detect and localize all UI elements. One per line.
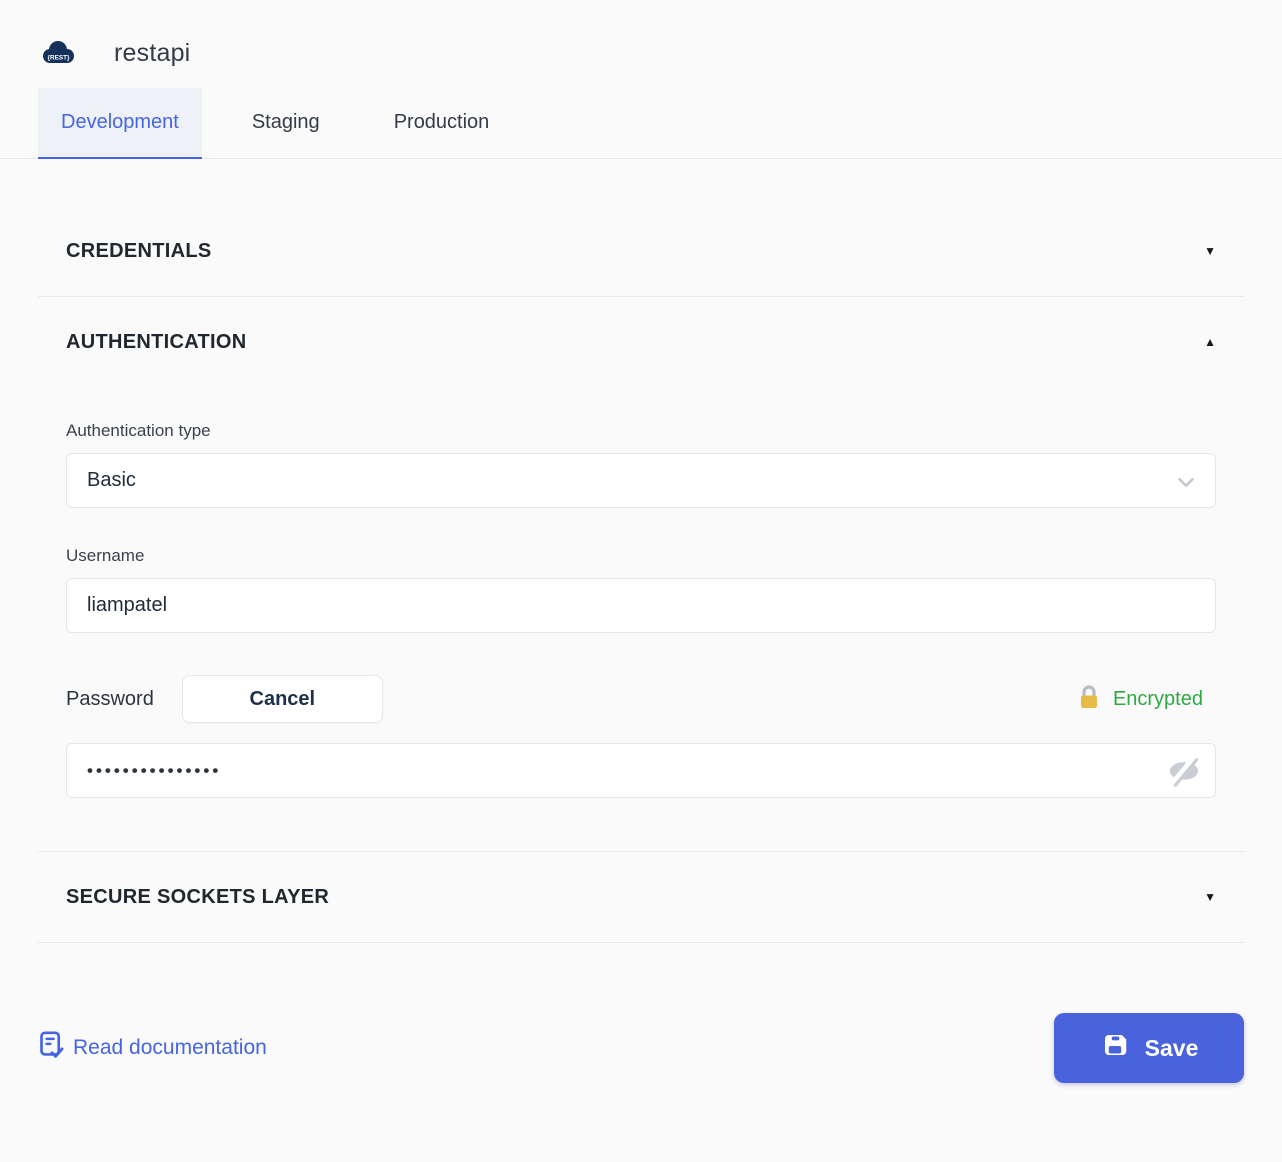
page-title: restapi bbox=[114, 39, 190, 68]
environment-tab-bar: Development Staging Production bbox=[0, 88, 1282, 159]
encrypted-label: Encrypted bbox=[1113, 688, 1203, 711]
tab-staging[interactable]: Staging bbox=[228, 88, 344, 159]
encrypted-badge: Encrypted bbox=[1077, 684, 1203, 715]
auth-type-label: Authentication type bbox=[66, 421, 1216, 441]
chevron-down-icon[interactable]: ▼ bbox=[1204, 245, 1216, 257]
logo-label: {REST} bbox=[47, 55, 70, 62]
divider bbox=[38, 942, 1244, 943]
documentation-icon bbox=[38, 1030, 65, 1066]
tab-development[interactable]: Development bbox=[38, 88, 202, 159]
main-content: CREDENTIALS ▼ AUTHENTICATION ▲ Authentic… bbox=[38, 206, 1244, 943]
password-field bbox=[66, 743, 1216, 798]
authentication-body: Authentication type Basic Username Passw… bbox=[38, 421, 1244, 851]
footer: Read documentation Save bbox=[38, 1013, 1244, 1083]
rest-logo-icon: {REST} bbox=[40, 38, 76, 68]
password-label: Password bbox=[66, 688, 154, 711]
section-header-authentication[interactable]: AUTHENTICATION ▲ bbox=[38, 297, 1244, 387]
section-header-credentials[interactable]: CREDENTIALS ▼ bbox=[38, 206, 1244, 296]
save-button[interactable]: Save bbox=[1054, 1013, 1244, 1083]
auth-type-select[interactable]: Basic bbox=[66, 453, 1216, 508]
cancel-button[interactable]: Cancel bbox=[182, 675, 383, 723]
chevron-up-icon[interactable]: ▲ bbox=[1204, 336, 1216, 348]
tab-production[interactable]: Production bbox=[370, 88, 514, 159]
ssl-title: SECURE SOCKETS LAYER bbox=[66, 886, 329, 909]
auth-type-field: Authentication type Basic bbox=[66, 421, 1216, 508]
chevron-down-icon bbox=[1173, 469, 1199, 501]
password-row: Password Cancel Encrypted bbox=[66, 675, 1216, 723]
password-input[interactable] bbox=[66, 743, 1216, 798]
save-icon bbox=[1100, 1030, 1130, 1066]
username-label: Username bbox=[66, 546, 1216, 566]
auth-type-value: Basic bbox=[87, 469, 136, 492]
app-header: {REST} restapi bbox=[0, 0, 1282, 68]
credentials-title: CREDENTIALS bbox=[66, 240, 212, 263]
section-header-ssl[interactable]: SECURE SOCKETS LAYER ▼ bbox=[38, 852, 1244, 942]
chevron-down-icon[interactable]: ▼ bbox=[1204, 891, 1216, 903]
username-input[interactable] bbox=[66, 578, 1216, 633]
read-documentation-link[interactable]: Read documentation bbox=[38, 1030, 267, 1066]
username-field: Username bbox=[66, 546, 1216, 633]
eye-slash-icon[interactable] bbox=[1164, 753, 1204, 789]
lock-icon bbox=[1077, 684, 1101, 715]
save-label: Save bbox=[1145, 1035, 1199, 1062]
read-documentation-label: Read documentation bbox=[73, 1036, 267, 1060]
authentication-title: AUTHENTICATION bbox=[66, 331, 246, 354]
